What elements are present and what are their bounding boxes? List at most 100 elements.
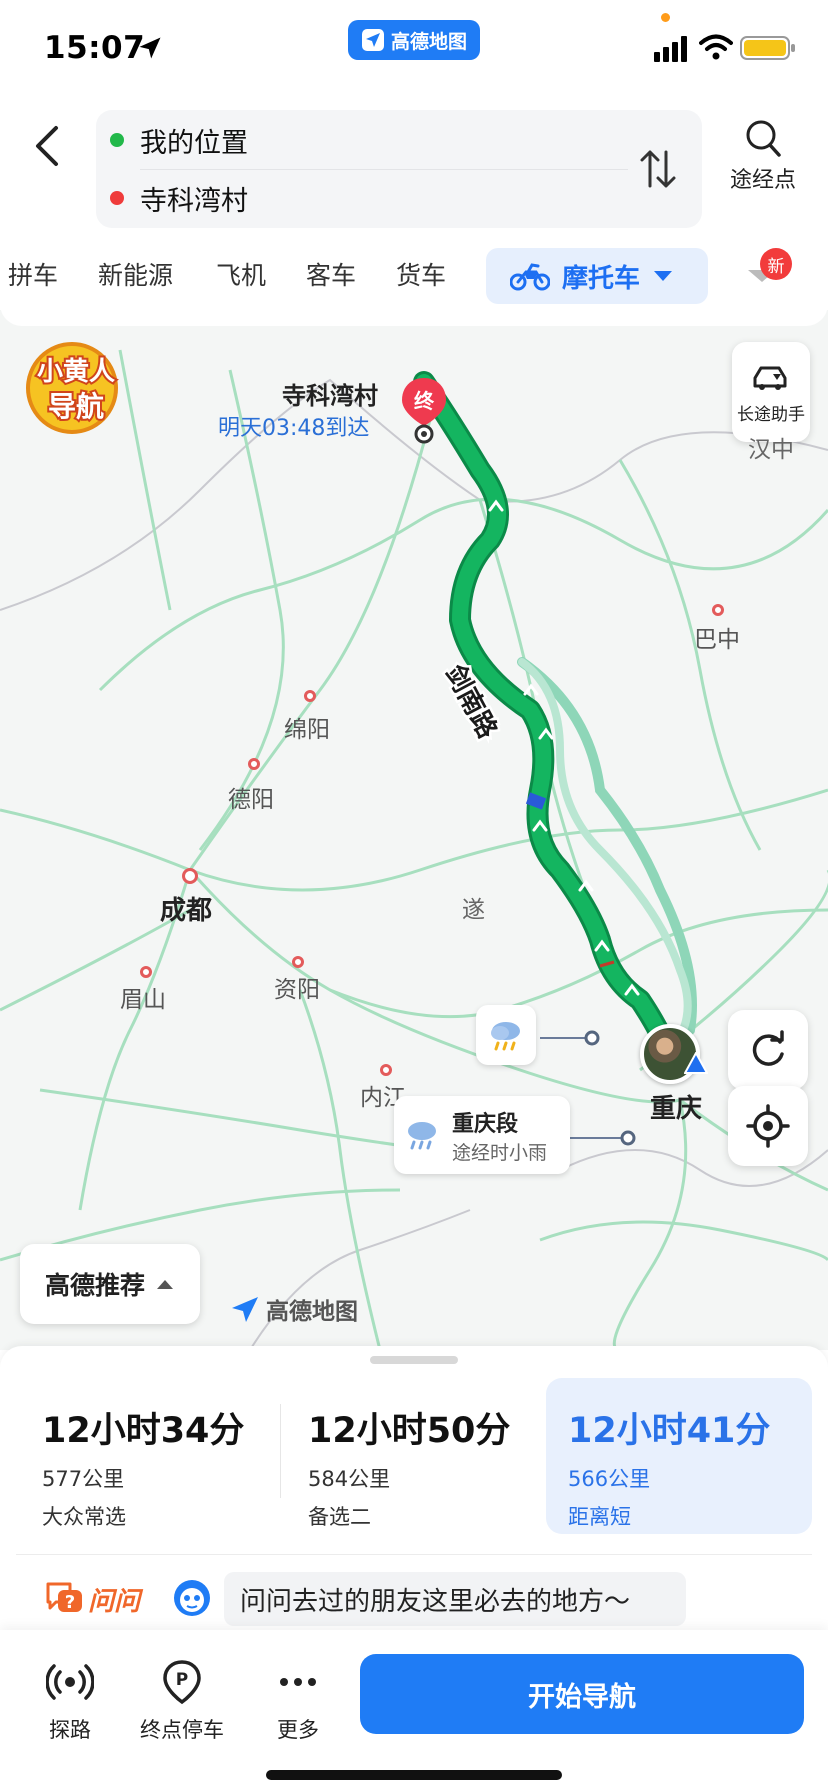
- motorcycle-icon: [510, 263, 550, 291]
- route-options-sheet: 12小时34分 577公里 大众常选 12小时50分 584公里 备选二 12小…: [0, 1346, 828, 1792]
- tab-motorcycle-label: 摩托车: [562, 263, 641, 294]
- weather-subtitle: 途经时小雨: [452, 1142, 548, 1164]
- sheet-drag-handle[interactable]: [370, 1356, 458, 1364]
- app-badge[interactable]: 高德地图: [348, 20, 480, 60]
- route-option-tag: 距离短: [568, 1505, 631, 1529]
- city-dot-meishan: [140, 966, 152, 978]
- city-dot-bazhong: [712, 604, 724, 616]
- destination-eta: 明天03:48到达: [218, 416, 370, 441]
- tab-new-energy[interactable]: 新能源: [98, 256, 173, 292]
- tab-flight[interactable]: 飞机: [216, 256, 266, 292]
- route-option-tag: 备选二: [308, 1505, 371, 1529]
- more-dots-icon: [280, 1678, 316, 1686]
- question-bubble-icon: ?: [46, 1582, 82, 1613]
- svg-text:?: ?: [65, 1592, 75, 1613]
- privacy-dot: [661, 13, 670, 22]
- weather-marker[interactable]: [476, 1005, 536, 1065]
- weather-callout[interactable]: 重庆段 途经时小雨: [394, 1096, 570, 1174]
- route-option-2[interactable]: 12小时50分 584公里 备选二: [286, 1378, 552, 1534]
- rain-cloud-icon: [491, 1022, 520, 1051]
- city-label-hanzhong: 汉中: [748, 437, 794, 463]
- city-label-chongqing: 重庆: [650, 1094, 703, 1124]
- status-bar: 15:07 高德地图: [0, 0, 828, 96]
- wifi-icon: [699, 34, 733, 60]
- ask-prompt-bubble[interactable]: 问问去过的朋友这里必去的地方～: [224, 1572, 686, 1626]
- map-watermark: 高德地图: [230, 1292, 358, 1326]
- route-option-1[interactable]: 12小时34分 577公里 大众常选: [20, 1378, 286, 1534]
- long-trip-assistant-button[interactable]: 长途助手: [732, 342, 810, 442]
- locate-me-button[interactable]: [728, 1086, 808, 1166]
- more-label: 更多: [277, 1718, 319, 1742]
- destination-parking-button[interactable]: P 终点停车: [140, 1658, 224, 1744]
- origin-field[interactable]: 我的位置: [96, 112, 616, 168]
- city-label-meishan: 眉山: [120, 987, 166, 1013]
- swap-icon[interactable]: [636, 146, 680, 192]
- option-divider: [280, 1404, 281, 1498]
- chevron-left-icon: [36, 126, 58, 166]
- refresh-route-button[interactable]: [728, 1010, 808, 1090]
- yellow-man-nav-badge[interactable]: 小黄人 导航: [18, 336, 134, 436]
- weather-title: 重庆段: [452, 1112, 519, 1137]
- search-icon: [746, 120, 781, 157]
- destination-text: 寺科湾村: [140, 185, 248, 217]
- ask-friends-row[interactable]: ? 问问 问问去过的朋友这里必去的地方～: [0, 1572, 828, 1626]
- tab-truck[interactable]: 货车: [396, 256, 446, 292]
- home-indicator[interactable]: [266, 1770, 562, 1780]
- ask-logo: ? 问问: [44, 1576, 140, 1622]
- route-option-time: 12小时41分: [568, 1411, 771, 1451]
- ask-logo-text: 问问: [88, 1586, 141, 1617]
- more-button[interactable]: 更多: [274, 1658, 322, 1744]
- parking-label: 终点停车: [140, 1718, 224, 1742]
- mascot-avatar-icon: [174, 1580, 210, 1616]
- map-canvas: 剑南路: [0, 349, 828, 1350]
- route-option-3[interactable]: 12小时41分 566公里 距离短: [546, 1378, 812, 1534]
- city-label-ziyang: 资阳: [274, 977, 320, 1003]
- transport-mode-tabs: 拼车 新能源 飞机 客车 货车 摩托车 新: [0, 246, 828, 306]
- map-view[interactable]: 剑南路 小黄人 导航 寺科湾村 明天03:48到达 终 长途助手 汉中 巴中 绵…: [0, 310, 828, 1350]
- city-label-deyang: 德阳: [228, 787, 274, 813]
- city-label-bazhong: 巴中: [694, 627, 740, 653]
- route-option-distance: 584公里: [308, 1467, 391, 1491]
- destination-dot-icon: [110, 191, 124, 205]
- destination-map-label: 寺科湾村: [282, 382, 378, 410]
- amap-logo-icon: [232, 1297, 258, 1322]
- city-dot-deyang: [248, 758, 260, 770]
- tab-coach[interactable]: 客车: [306, 256, 356, 292]
- destination-field[interactable]: 寺科湾村: [96, 170, 616, 226]
- start-navigation-button[interactable]: 开始导航: [360, 1654, 804, 1734]
- caret-down-icon: [654, 271, 673, 281]
- tab-carpool[interactable]: 拼车: [8, 256, 58, 292]
- origin-dot-icon: [110, 133, 124, 147]
- status-time: 15:07: [44, 30, 146, 66]
- battery-icon: [740, 36, 795, 60]
- rain-cloud-icon: [408, 1122, 436, 1150]
- watermark-text: 高德地图: [266, 1299, 358, 1325]
- back-button[interactable]: [22, 116, 72, 176]
- destination-pin-label: 终: [414, 389, 435, 413]
- waypoint-label: 途经点: [729, 168, 796, 193]
- refresh-icon: [752, 1030, 784, 1066]
- city-dot-ziyang: [292, 956, 304, 968]
- location-arrow-icon: [139, 37, 161, 59]
- amap-logo-icon: [361, 29, 384, 51]
- city-label-chengdu: 成都: [160, 896, 213, 926]
- city-label-sui: 遂: [462, 897, 485, 923]
- long-trip-label: 长途助手: [737, 404, 805, 425]
- svg-text:P: P: [176, 1670, 188, 1690]
- city-dot-chengdu: [182, 868, 198, 884]
- route-header: 我的位置 寺科湾村 途经点 拼车 新能源 飞机 客车 货车 摩托车 新: [0, 96, 828, 326]
- parking-pin-icon: P: [163, 1660, 201, 1705]
- signal-icon: [654, 36, 687, 62]
- sheet-divider: [16, 1554, 812, 1555]
- explore-button[interactable]: 探路: [46, 1658, 94, 1744]
- destination-pin-icon[interactable]: 终: [400, 376, 448, 444]
- recommend-dropdown[interactable]: 高德推荐: [20, 1244, 200, 1324]
- route-option-tag: 大众常选: [42, 1505, 126, 1529]
- badge-line1: 小黄人: [37, 357, 115, 387]
- waypoint-button[interactable]: 途经点: [722, 118, 804, 208]
- tab-motorcycle[interactable]: 摩托车: [486, 248, 708, 304]
- route-option-distance: 566公里: [568, 1467, 651, 1491]
- city-dot-neijiang: [380, 1064, 392, 1076]
- broadcast-icon: [46, 1664, 94, 1700]
- route-input-box: 我的位置 寺科湾村: [96, 110, 702, 228]
